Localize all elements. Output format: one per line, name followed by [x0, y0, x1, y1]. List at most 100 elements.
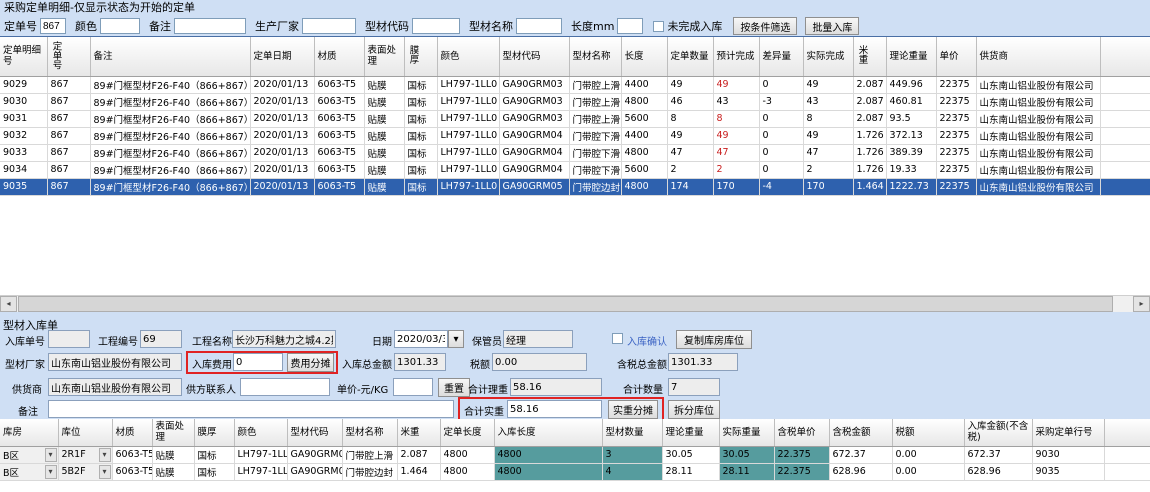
- cell: 0: [759, 127, 803, 144]
- cell: 2020/01/13: [250, 76, 314, 93]
- actual-weight-split-button[interactable]: 实重分摊: [608, 400, 658, 419]
- combo-cell[interactable]: B区▾: [0, 463, 58, 480]
- column-header-11[interactable]: 定单数量: [667, 37, 713, 76]
- scrollbar-thumb[interactable]: [18, 296, 1113, 312]
- inbound-fee-input[interactable]: [233, 353, 283, 371]
- dropdown-arrow-icon[interactable]: ▾: [45, 465, 57, 479]
- column-header-5[interactable]: 表面处理: [364, 37, 404, 76]
- column-header-16[interactable]: 理论重量: [886, 37, 936, 76]
- scroll-right-button[interactable]: ▸: [1133, 296, 1150, 312]
- column-header-6[interactable]: 膜厚: [404, 37, 437, 76]
- color-filter-input[interactable]: [100, 18, 140, 34]
- stock-table: 库房库位材质表面处理膜厚颜色型材代码型材名称米重定单长度入库长度型材数量理论重量…: [0, 419, 1150, 481]
- cell: 4400: [621, 127, 667, 144]
- combo-cell[interactable]: 5B2F▾: [58, 463, 112, 480]
- split-location-button[interactable]: 拆分库位: [668, 400, 720, 419]
- supplier-contact-input[interactable]: [240, 378, 330, 396]
- column-header-8[interactable]: 米重: [397, 419, 440, 446]
- column-header-16[interactable]: 税额: [892, 419, 964, 446]
- fee-split-button[interactable]: 费用分摊: [287, 353, 334, 372]
- table-row[interactable]: 903386789#门框型材F26-F40（866+867）2020/01/13…: [0, 144, 1150, 161]
- column-header-13[interactable]: 实际重量: [719, 419, 774, 446]
- cell: 贴膜: [364, 127, 404, 144]
- column-header-18[interactable]: 供货商: [976, 37, 1100, 76]
- column-header-17[interactable]: 单价: [936, 37, 976, 76]
- column-header-2[interactable]: 备注: [90, 37, 250, 76]
- column-header-3[interactable]: 定单日期: [250, 37, 314, 76]
- remark-input[interactable]: [48, 400, 454, 418]
- table-row[interactable]: 903086789#门框型材F26-F40（866+867）2020/01/13…: [0, 93, 1150, 110]
- column-header-4[interactable]: 材质: [314, 37, 364, 76]
- column-header-15[interactable]: 米重: [853, 37, 886, 76]
- cell: 门带腔下滑: [569, 127, 621, 144]
- copy-location-button[interactable]: 复制库房库位: [676, 330, 752, 349]
- column-header-8[interactable]: 型材代码: [499, 37, 569, 76]
- total-qty-input: [668, 378, 720, 396]
- table-row[interactable]: B区▾5B2F▾6063-T5贴膜国标LH797-1LL0GA90GRM05门带…: [0, 463, 1150, 480]
- column-header-6[interactable]: 型材代码: [287, 419, 342, 446]
- column-header-1[interactable]: 定单号: [47, 37, 90, 76]
- column-header-14[interactable]: 含税单价: [774, 419, 829, 446]
- table-row[interactable]: B区▾2R1F▾6063-T5贴膜国标LH797-1LL0GA90GRM03门带…: [0, 446, 1150, 463]
- cell: LH797-1LL0: [437, 127, 499, 144]
- dropdown-arrow-icon[interactable]: ▾: [99, 448, 111, 462]
- combo-cell[interactable]: B区▾: [0, 446, 58, 463]
- table-row[interactable]: 902986789#门框型材F26-F40（866+867）2020/01/13…: [0, 76, 1150, 93]
- column-header-7[interactable]: 型材名称: [342, 419, 397, 446]
- spacer-cell: [1100, 110, 1150, 127]
- column-header-0[interactable]: 定单明细号: [0, 37, 47, 76]
- column-header-12[interactable]: 理论重量: [662, 419, 719, 446]
- table-row[interactable]: 903586789#门框型材F26-F40（866+867）2020/01/13…: [0, 178, 1150, 195]
- reset-button[interactable]: 重置: [438, 378, 470, 397]
- column-header-1[interactable]: 库位: [58, 419, 112, 446]
- combo-cell[interactable]: 2R1F▾: [58, 446, 112, 463]
- column-header-12[interactable]: 预计完成: [713, 37, 759, 76]
- column-header-5[interactable]: 颜色: [234, 419, 287, 446]
- cell: 8: [803, 110, 853, 127]
- column-header-0[interactable]: 库房: [0, 419, 58, 446]
- total-actual-weight-input[interactable]: [507, 400, 602, 418]
- cell: 2.087: [853, 93, 886, 110]
- column-header-4[interactable]: 膜厚: [194, 419, 234, 446]
- column-header-13[interactable]: 差异量: [759, 37, 803, 76]
- order-no-filter-input[interactable]: [40, 18, 66, 34]
- manufacturer-filter-input[interactable]: [302, 18, 356, 34]
- table-row[interactable]: 903186789#门框型材F26-F40（866+867）2020/01/13…: [0, 110, 1150, 127]
- table-row[interactable]: 903486789#门框型材F26-F40（866+867）2020/01/13…: [0, 161, 1150, 178]
- column-header-11[interactable]: 型材数量: [602, 419, 662, 446]
- inbound-confirm-checkbox[interactable]: [612, 333, 623, 344]
- table-row[interactable]: 903286789#门框型材F26-F40（866+867）2020/01/13…: [0, 127, 1150, 144]
- column-header-9[interactable]: 型材名称: [569, 37, 621, 76]
- profile-name-filter-input[interactable]: [516, 18, 562, 34]
- scroll-left-button[interactable]: ◂: [0, 296, 17, 312]
- remark-filter-input[interactable]: [174, 18, 246, 34]
- column-header-3[interactable]: 表面处理: [152, 419, 194, 446]
- column-header-18[interactable]: 采购定单行号: [1032, 419, 1104, 446]
- column-header-15[interactable]: 含税金额: [829, 419, 892, 446]
- cell: 门带腔上滑: [342, 446, 397, 463]
- unit-price-input[interactable]: [393, 378, 433, 396]
- column-header-10[interactable]: 入库长度: [494, 419, 602, 446]
- date-input[interactable]: [394, 330, 448, 348]
- column-header-2[interactable]: 材质: [112, 419, 152, 446]
- column-header-17[interactable]: 入库金额(不含税): [964, 419, 1032, 446]
- column-header-14[interactable]: 实际完成: [803, 37, 853, 76]
- profile-code-filter-input[interactable]: [412, 18, 460, 34]
- filter-by-condition-button[interactable]: 按条件筛选: [733, 17, 797, 35]
- column-header-7[interactable]: 颜色: [437, 37, 499, 76]
- horizontal-scrollbar[interactable]: ◂ ▸: [0, 295, 1150, 312]
- length-filter-input[interactable]: [617, 18, 643, 34]
- column-header-9[interactable]: 定单长度: [440, 419, 494, 446]
- batch-inbound-button[interactable]: 批量入库: [805, 17, 859, 35]
- cell: 山东南山铝业股份有限公司: [976, 110, 1100, 127]
- inbound-no-label: 入库单号: [5, 333, 45, 348]
- cell: LH797-1LL0: [437, 110, 499, 127]
- column-header-10[interactable]: 长度: [621, 37, 667, 76]
- unfinished-checkbox[interactable]: [653, 21, 664, 32]
- dropdown-arrow-icon[interactable]: ▾: [99, 465, 111, 479]
- date-dropdown-button[interactable]: ▾: [448, 330, 464, 348]
- cell: 49: [667, 76, 713, 93]
- supplier-label: 供货商: [12, 381, 42, 396]
- cell: 国标: [404, 127, 437, 144]
- dropdown-arrow-icon[interactable]: ▾: [45, 448, 57, 462]
